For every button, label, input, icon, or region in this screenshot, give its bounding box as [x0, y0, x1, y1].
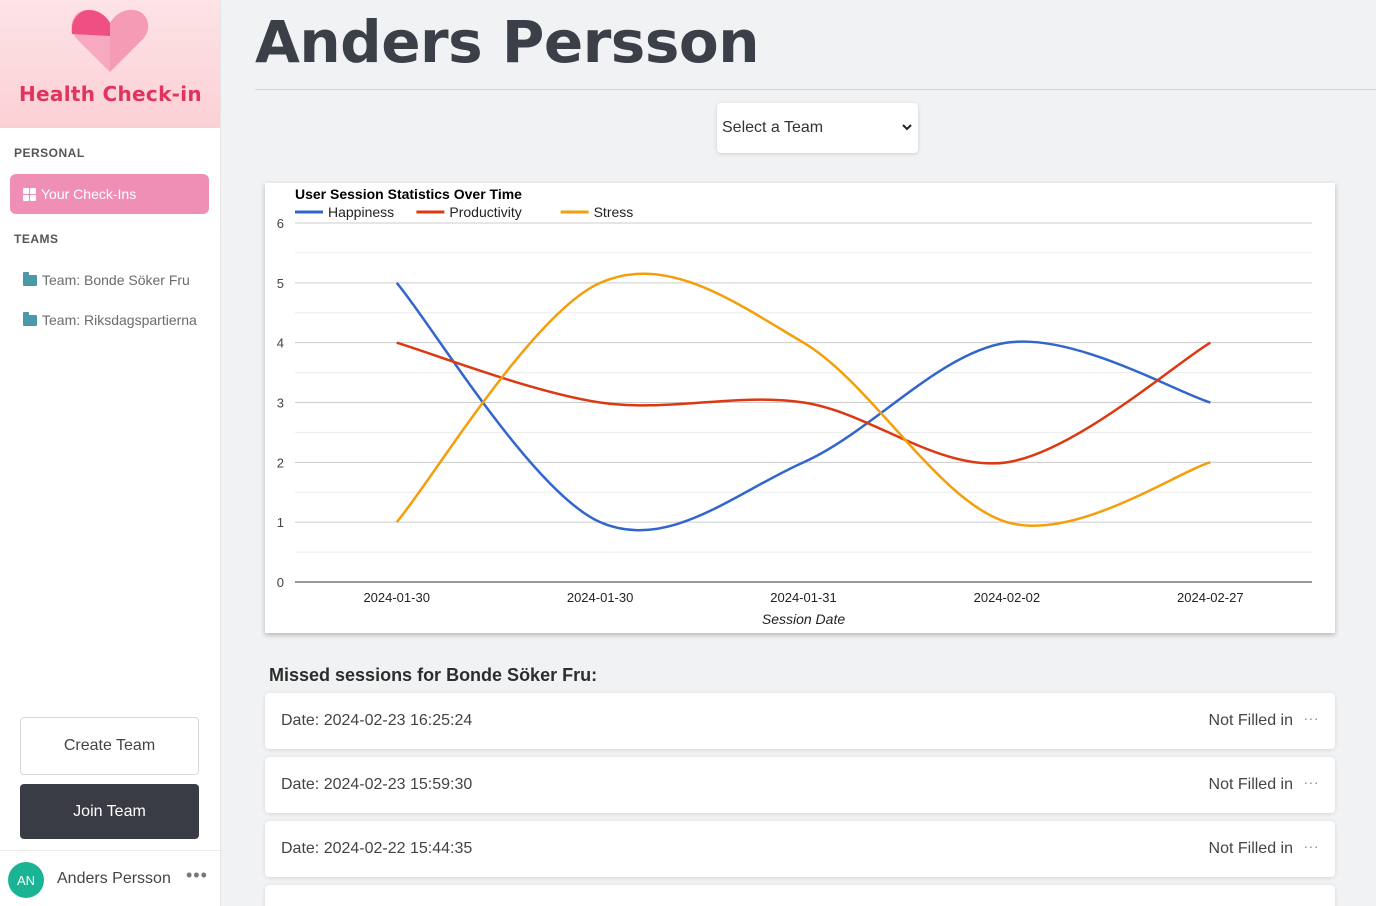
brand-header: Health Check-in	[0, 0, 220, 128]
session-status: Not Filled in	[1208, 776, 1293, 793]
session-row[interactable]: Date: 2024-02-22 15:44:35 Not Filled in …	[265, 821, 1335, 877]
sidebar-item-team-bonde[interactable]: Team: Bonde Söker Fru	[23, 271, 190, 288]
legend-label: Stress	[594, 204, 634, 220]
y-tick-label: 6	[277, 216, 284, 231]
session-status: Not Filled in	[1208, 712, 1293, 729]
session-date: Date: 2024-02-23 15:59:30	[281, 776, 473, 793]
user-footer: AN Anders Persson •••	[0, 850, 221, 906]
session-stats-chart: 0 1 2 3 4 5 6 2024-01-30 2024-01-30 2024-01-31 202…	[265, 183, 1335, 633]
more-options-icon[interactable]: •••	[186, 865, 208, 886]
avatar[interactable]: AN	[8, 862, 44, 898]
series-line-happiness	[395, 282, 1211, 532]
more-options-icon[interactable]: ···	[1304, 774, 1320, 790]
series-line-productivity	[396, 341, 1211, 465]
teams-section-label: TEAMS	[14, 232, 59, 246]
x-tick-label: 2024-01-30	[567, 590, 634, 605]
y-tick-label: 5	[277, 276, 284, 291]
folder-icon	[23, 311, 37, 326]
session-row[interactable]: Date: 2024-02-23 15:59:30 Not Filled in …	[265, 757, 1335, 813]
x-tick-label: 2024-01-31	[770, 590, 837, 605]
session-status: Not Filled in	[1208, 840, 1293, 857]
chevron-down-icon	[902, 120, 912, 134]
sidebar-item-team-riksdag[interactable]: Team: Riksdagspartierna	[23, 311, 197, 328]
legend-label: Productivity	[449, 204, 521, 220]
x-tick-label: 2024-01-30	[363, 590, 430, 605]
dashboard-grid-icon	[23, 187, 36, 201]
team-select-value: Select a Team	[722, 119, 824, 136]
y-tick-label: 2	[277, 455, 284, 470]
personal-section-label: PERSONAL	[14, 146, 85, 160]
heart-logo-icon	[71, 9, 149, 73]
page-title: Anders Persson	[255, 8, 759, 76]
user-name: Anders Persson	[57, 870, 171, 887]
session-date: Date: 2024-02-23 16:25:24	[281, 712, 473, 729]
session-date: Date: 2024-02-22 15:44:35	[281, 840, 473, 857]
join-team-button[interactable]: Join Team	[20, 784, 199, 839]
y-tick-label: 0	[277, 575, 284, 590]
more-options-icon[interactable]: ···	[1304, 838, 1320, 854]
y-tick-label: 3	[277, 396, 284, 411]
series-line-stress	[395, 272, 1211, 527]
y-tick-label: 1	[277, 515, 284, 530]
session-row[interactable]: Date: 2024-02-23 16:25:24 Not Filled in …	[265, 693, 1335, 749]
missed-sessions-title: Missed sessions for Bonde Söker Fru:	[269, 665, 598, 685]
session-row-partial[interactable]	[265, 885, 1335, 906]
x-axis-title: Session Date	[762, 611, 845, 627]
app-title: Health Check-in	[19, 82, 202, 106]
sidebar: Health Check-in PERSONAL Your Check-Ins …	[0, 0, 221, 906]
more-options-icon[interactable]: ···	[1304, 710, 1320, 726]
create-team-button[interactable]: Create Team	[20, 717, 199, 775]
team-select[interactable]: Select a Team	[717, 103, 918, 153]
title-divider	[255, 89, 1376, 90]
x-tick-label: 2024-02-02	[974, 590, 1041, 605]
sidebar-item-label: Team: Bonde Söker Fru	[42, 272, 190, 288]
chart-title: User Session Statistics Over Time	[295, 186, 522, 202]
sidebar-item-your-check-ins[interactable]: Your Check-Ins	[10, 174, 209, 214]
sidebar-item-label: Your Check-Ins	[41, 186, 137, 202]
line-chart: 0 1 2 3 4 5 6 2024-01-30 2024-01-30 2024-01-31 202…	[277, 186, 1312, 627]
sidebar-item-label: Team: Riksdagspartierna	[42, 312, 197, 328]
x-tick-label: 2024-02-27	[1177, 590, 1244, 605]
folder-icon	[23, 271, 37, 286]
y-tick-label: 4	[277, 336, 284, 351]
legend-label: Happiness	[328, 204, 394, 220]
